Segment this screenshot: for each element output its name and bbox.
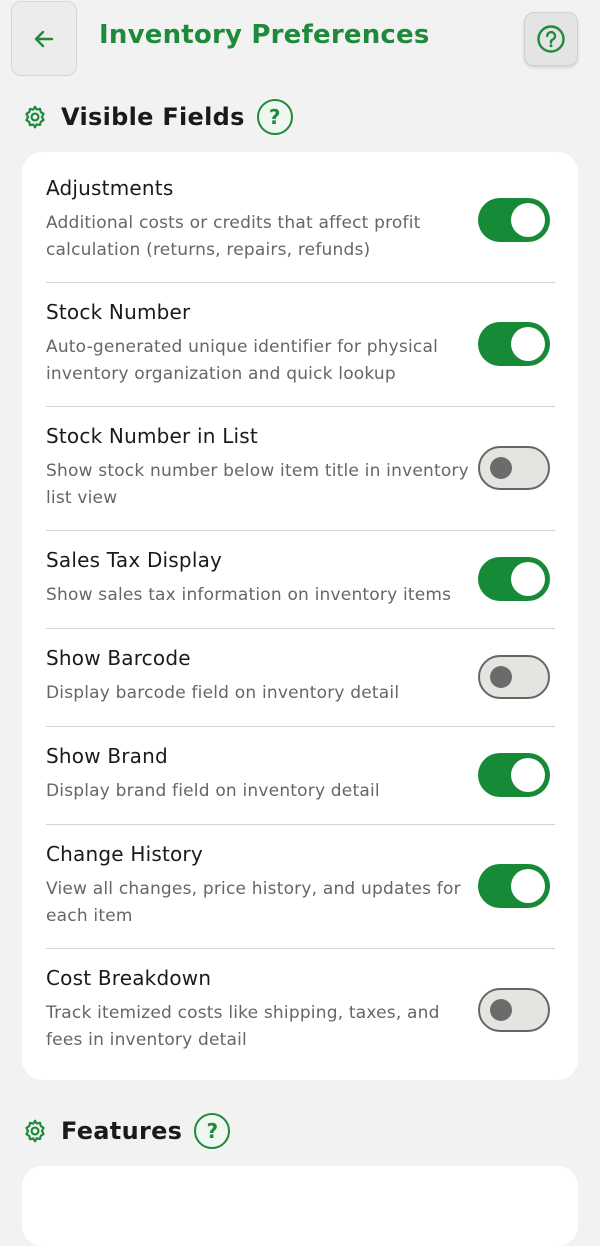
toggle-knob xyxy=(511,758,545,792)
section-title-visible-fields: Visible Fields xyxy=(61,103,245,131)
toggle-change-history[interactable] xyxy=(478,864,550,908)
features-card xyxy=(22,1166,578,1246)
list-item: Show Brand Display brand field on invent… xyxy=(46,727,555,825)
field-title: Change History xyxy=(46,842,203,866)
field-title: Stock Number in List xyxy=(46,424,258,448)
field-description: Additional costs or credits that affect … xyxy=(46,213,421,260)
list-item: Change History View all changes, price h… xyxy=(46,825,555,949)
toggle-adjustments[interactable] xyxy=(478,198,550,242)
field-title: Show Brand xyxy=(46,744,168,768)
list-item: Adjustments Additional costs or credits … xyxy=(46,152,555,283)
toggle-knob xyxy=(511,327,545,361)
features-header: Features ? xyxy=(22,1113,231,1149)
field-description: Auto-generated unique identifier for phy… xyxy=(46,337,438,384)
toggle-knob xyxy=(511,562,545,596)
field-title: Cost Breakdown xyxy=(46,966,212,990)
list-item: Cost Breakdown Track itemized costs like… xyxy=(46,949,555,1080)
field-title: Stock Number xyxy=(46,300,191,324)
field-description: View all changes, price history, and upd… xyxy=(46,879,461,926)
field-description: Display brand field on inventory detail xyxy=(46,781,380,801)
toggle-cost-breakdown[interactable] xyxy=(478,988,550,1032)
gear-icon xyxy=(22,1118,48,1144)
list-item: Stock Number Auto-generated unique ident… xyxy=(46,283,555,407)
visible-fields-help-button[interactable]: ? xyxy=(256,99,293,135)
features-help-button[interactable]: ? xyxy=(194,1113,231,1149)
toggle-knob xyxy=(490,457,512,479)
toggle-knob xyxy=(511,869,545,903)
toggle-show-barcode[interactable] xyxy=(478,655,550,699)
toggle-show-brand[interactable] xyxy=(478,753,550,797)
page-title: Inventory Preferences xyxy=(99,20,430,50)
toggle-knob xyxy=(490,999,512,1021)
list-item: Sales Tax Display Show sales tax informa… xyxy=(46,531,555,629)
toggle-knob xyxy=(490,666,512,688)
visible-fields-header: Visible Fields ? xyxy=(22,99,293,135)
list-item: Show Barcode Display barcode field on in… xyxy=(46,629,555,727)
toggle-stock-number-in-list[interactable] xyxy=(478,446,550,490)
arrow-left-icon xyxy=(34,30,54,47)
field-title: Sales Tax Display xyxy=(46,548,223,572)
section-title-features: Features xyxy=(61,1117,183,1145)
field-description: Show sales tax information on inventory … xyxy=(46,585,452,605)
field-title: Show Barcode xyxy=(46,646,191,670)
toggle-stock-number[interactable] xyxy=(478,322,550,366)
field-description: Display barcode field on inventory detai… xyxy=(46,683,400,703)
header: Inventory Preferences xyxy=(0,0,600,80)
visible-fields-card: Adjustments Additional costs or credits … xyxy=(22,152,578,1080)
toggle-sales-tax-display[interactable] xyxy=(478,557,550,601)
list-item: Stock Number in List Show stock number b… xyxy=(46,407,555,531)
help-button[interactable] xyxy=(524,12,578,66)
toggle-knob xyxy=(511,203,545,237)
help-circle-icon xyxy=(537,25,565,53)
field-description: Track itemized costs like shipping, taxe… xyxy=(46,1003,440,1050)
field-description: Show stock number below item title in in… xyxy=(46,461,469,508)
back-button[interactable] xyxy=(11,1,77,76)
field-title: Adjustments xyxy=(46,176,174,200)
gear-icon xyxy=(22,104,48,130)
